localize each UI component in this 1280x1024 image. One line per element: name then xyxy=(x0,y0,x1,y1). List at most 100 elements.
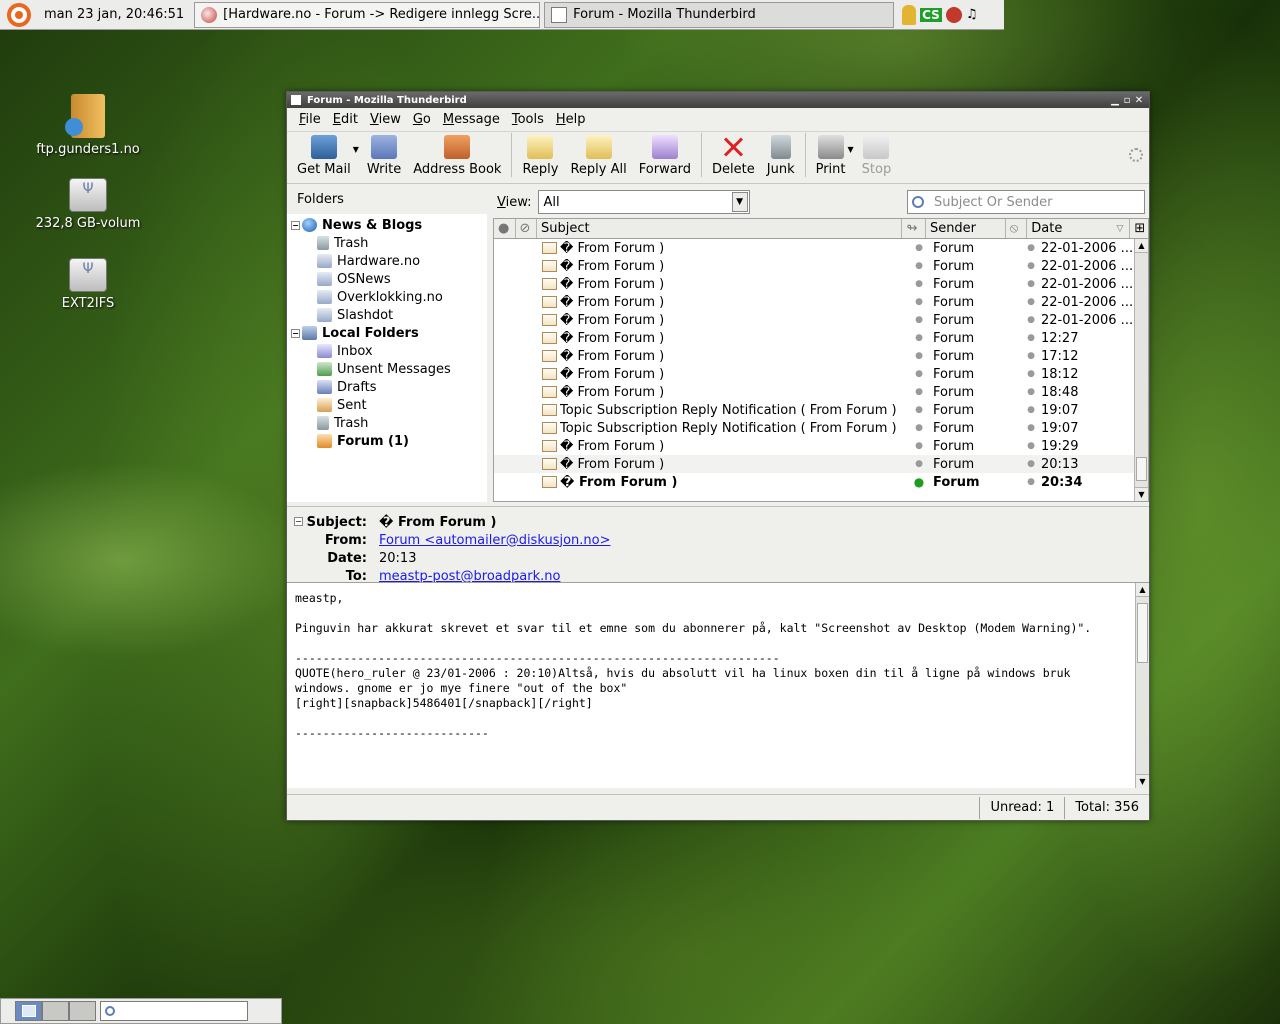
folder-item[interactable]: OSNews xyxy=(287,270,487,288)
message-row[interactable]: � From Forum ) ● Forum ● 22-01-2006 ... xyxy=(494,311,1134,329)
folder-item[interactable]: Inbox xyxy=(287,342,487,360)
junk-status-icon[interactable]: ● xyxy=(1021,297,1041,307)
message-row[interactable]: � From Forum ) ● Forum ● 17:12 xyxy=(494,347,1134,365)
window-titlebar[interactable]: Forum - Mozilla Thunderbird ▁ ▫ ✕ xyxy=(287,92,1149,108)
desktop-icon-volume[interactable]: 232,8 GB-volum xyxy=(28,178,148,231)
forward-button[interactable]: Forward xyxy=(633,135,697,177)
column-thread[interactable]: ● xyxy=(494,219,516,238)
from-link[interactable]: Forum <automailer@diskusjon.no> xyxy=(379,533,611,548)
menu-help[interactable]: Help xyxy=(550,112,592,127)
column-date[interactable]: Date ▽ xyxy=(1027,219,1131,238)
read-status-icon[interactable]: ● xyxy=(907,351,931,361)
message-row[interactable]: � From Forum ) ● Forum ● 20:34 xyxy=(494,473,1134,491)
read-status-icon[interactable]: ● xyxy=(907,369,931,379)
scroll-down-icon[interactable]: ▼ xyxy=(1135,487,1148,501)
menu-edit[interactable]: Edit xyxy=(327,112,364,127)
dropdown-arrow-icon[interactable]: ▼ xyxy=(731,192,748,212)
print-dropdown-icon[interactable]: ▼ xyxy=(848,145,854,154)
search-icon[interactable] xyxy=(912,196,924,208)
read-status-icon[interactable]: ● xyxy=(907,297,931,307)
message-row[interactable]: � From Forum ) ● Forum ● 22-01-2006 ... xyxy=(494,239,1134,257)
workspace-2[interactable] xyxy=(42,1001,69,1021)
read-status-icon[interactable]: ● xyxy=(907,243,931,253)
desktop-icon-ext2ifs[interactable]: EXT2IFS xyxy=(28,258,148,311)
quick-search-input[interactable]: Subject Or Sender xyxy=(907,190,1145,214)
workspace-3[interactable] xyxy=(69,1001,96,1021)
folder-item[interactable]: Unsent Messages xyxy=(287,360,487,378)
read-status-icon[interactable]: ● xyxy=(907,441,931,451)
delete-button[interactable]: Delete xyxy=(706,135,761,177)
column-attachment[interactable]: ⊘ xyxy=(516,219,538,238)
column-picker[interactable]: ⊞ xyxy=(1130,219,1148,238)
write-button[interactable]: Write xyxy=(361,135,407,177)
message-row[interactable]: � From Forum ) ● Forum ● 22-01-2006 ... xyxy=(494,275,1134,293)
junk-status-icon[interactable]: ● xyxy=(1021,243,1041,253)
read-status-icon[interactable]: ● xyxy=(907,261,931,271)
junk-status-icon[interactable]: ● xyxy=(1021,351,1041,361)
message-scrollbar[interactable]: ▲ ▼ xyxy=(1135,583,1149,788)
message-row[interactable]: Topic Subscription Reply Notification ( … xyxy=(494,401,1134,419)
window-icon[interactable] xyxy=(291,95,301,105)
menu-tools[interactable]: Tools xyxy=(506,112,550,127)
read-status-icon[interactable]: ● xyxy=(907,459,931,469)
network-icon[interactable] xyxy=(945,6,962,23)
reply-button[interactable]: Reply xyxy=(516,135,564,177)
collapse-icon[interactable]: − xyxy=(291,328,300,338)
read-status-icon[interactable]: ● xyxy=(907,315,931,325)
menu-message[interactable]: Message xyxy=(437,112,506,127)
junk-button[interactable]: Junk xyxy=(761,135,801,177)
taskbar-button-thunderbird[interactable]: Forum - Mozilla Thunderbird xyxy=(544,1,895,28)
maximize-icon[interactable]: ▫ xyxy=(1121,95,1133,106)
folder-item[interactable]: Trash xyxy=(287,234,487,252)
message-row[interactable]: � From Forum ) ● Forum ● 22-01-2006 ... xyxy=(494,293,1134,311)
main-menu-button[interactable] xyxy=(0,0,38,30)
junk-status-icon[interactable]: ● xyxy=(1021,405,1041,415)
address-book-button[interactable]: Address Book xyxy=(407,135,507,177)
scroll-down-icon[interactable]: ▼ xyxy=(1136,774,1149,788)
get-mail-dropdown-icon[interactable]: ▼ xyxy=(353,145,359,154)
junk-status-icon[interactable]: ● xyxy=(1021,261,1041,271)
user-icon[interactable] xyxy=(902,4,917,25)
scroll-thumb[interactable] xyxy=(1136,457,1147,481)
taskbar-button-firefox[interactable]: [Hardware.no - Forum -> Redigere innlegg… xyxy=(194,1,541,28)
print-button[interactable]: Print xyxy=(810,135,852,177)
menu-go[interactable]: Go xyxy=(407,112,437,127)
read-status-icon[interactable]: ● xyxy=(907,279,931,289)
thread-scrollbar[interactable]: ▲ ▼ xyxy=(1134,239,1148,501)
message-body[interactable]: meastp, Pinguvin har akkurat skrevet et … xyxy=(287,582,1149,788)
column-junk[interactable]: ⦸ xyxy=(1006,219,1028,238)
scroll-up-icon[interactable]: ▲ xyxy=(1136,583,1149,597)
column-sender[interactable]: Sender xyxy=(926,219,1006,238)
read-status-icon[interactable]: ● xyxy=(907,405,931,415)
close-icon[interactable]: ✕ xyxy=(1133,95,1145,106)
collapse-header-icon[interactable]: − xyxy=(294,517,303,526)
folder-item[interactable]: Sent xyxy=(287,396,487,414)
read-status-icon[interactable]: ● xyxy=(907,333,931,343)
folder-item[interactable]: Drafts xyxy=(287,378,487,396)
message-row[interactable]: � From Forum ) ● Forum ● 12:27 xyxy=(494,329,1134,347)
column-read[interactable]: ↬ xyxy=(902,219,926,238)
junk-status-icon[interactable]: ● xyxy=(1021,369,1041,379)
message-row[interactable]: Topic Subscription Reply Notification ( … xyxy=(494,419,1134,437)
column-subject[interactable]: Subject xyxy=(537,219,903,238)
folder-item[interactable]: Trash xyxy=(287,414,487,432)
read-status-icon[interactable]: ● xyxy=(907,423,931,433)
message-row[interactable]: � From Forum ) ● Forum ● 20:13 xyxy=(494,455,1134,473)
menu-view[interactable]: View xyxy=(364,112,407,127)
folder-item[interactable]: Hardware.no xyxy=(287,252,487,270)
junk-status-icon[interactable]: ● xyxy=(1021,423,1041,433)
junk-status-icon[interactable]: ● xyxy=(1021,459,1041,469)
workspace-1[interactable] xyxy=(15,1001,42,1021)
scroll-thumb[interactable] xyxy=(1137,603,1148,663)
folder-item[interactable]: Forum (1) xyxy=(287,432,487,450)
stop-button[interactable]: Stop xyxy=(856,135,898,177)
collapse-icon[interactable]: − xyxy=(291,220,300,230)
cs-tray-icon[interactable]: CS xyxy=(920,7,942,22)
junk-status-icon[interactable]: ● xyxy=(1021,477,1041,487)
folder-item[interactable]: Slashdot xyxy=(287,306,487,324)
panel-clock[interactable]: man 23 jan, 20:46:51 xyxy=(38,7,190,22)
menu-file[interactable]: File xyxy=(293,112,327,127)
junk-status-icon[interactable]: ● xyxy=(1021,333,1041,343)
message-row[interactable]: � From Forum ) ● Forum ● 18:12 xyxy=(494,365,1134,383)
junk-status-icon[interactable]: ● xyxy=(1021,279,1041,289)
